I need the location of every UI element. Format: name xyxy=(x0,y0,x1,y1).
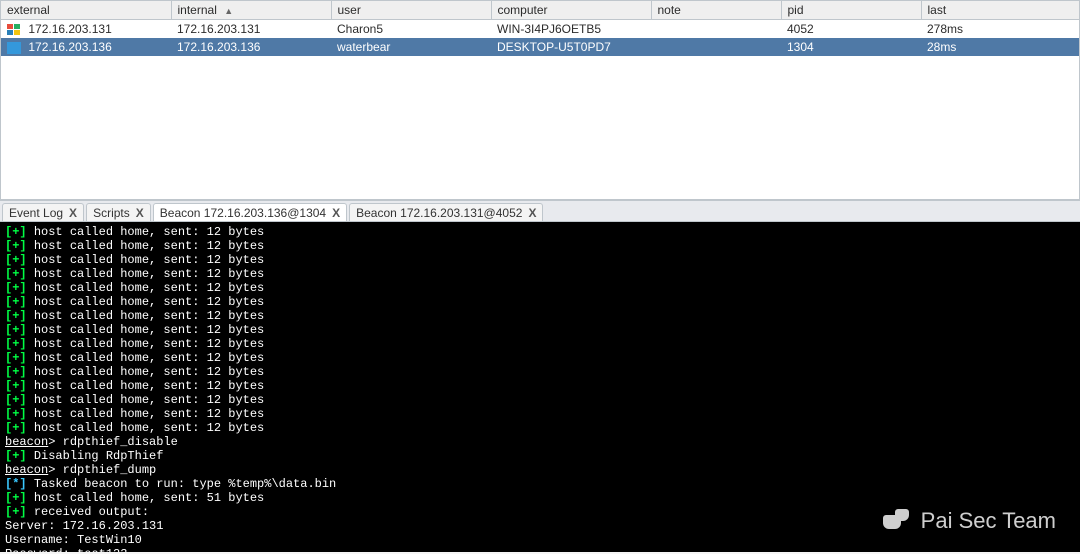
cell-note xyxy=(651,38,781,56)
col-label: computer xyxy=(498,3,548,17)
cell-pid: 4052 xyxy=(781,20,921,39)
tab-beacon-1304[interactable]: Beacon 172.16.203.136@1304 X xyxy=(153,203,347,221)
cell-user: Charon5 xyxy=(331,20,491,39)
windows-icon xyxy=(7,42,21,54)
tab-beacon-4052[interactable]: Beacon 172.16.203.131@4052 X xyxy=(349,203,543,221)
col-note[interactable]: note xyxy=(651,1,781,20)
cell-computer: WIN-3I4PJ6OETB5 xyxy=(491,20,651,39)
tab-strip: Event Log X Scripts X Beacon 172.16.203.… xyxy=(0,200,1080,222)
col-label: last xyxy=(928,3,947,17)
cell-internal: 172.16.203.131 xyxy=(171,20,331,39)
table-row[interactable]: 172.16.203.131 172.16.203.131 Charon5 WI… xyxy=(1,20,1080,39)
col-user[interactable]: user xyxy=(331,1,491,20)
cell-computer: DESKTOP-U5T0PD7 xyxy=(491,38,651,56)
col-label: user xyxy=(338,3,361,17)
tab-event-log[interactable]: Event Log X xyxy=(2,203,84,221)
close-icon[interactable]: X xyxy=(69,206,77,220)
beacons-table: external internal ▲ user computer note xyxy=(1,1,1080,56)
cell-external: 172.16.203.136 xyxy=(28,40,111,54)
windows-icon xyxy=(7,24,21,36)
col-label: pid xyxy=(788,3,804,17)
table-header-row: external internal ▲ user computer note xyxy=(1,1,1080,20)
tab-label: Beacon 172.16.203.131@4052 xyxy=(356,206,522,220)
col-last[interactable]: last xyxy=(921,1,1080,20)
col-internal[interactable]: internal ▲ xyxy=(171,1,331,20)
tab-label: Scripts xyxy=(93,206,130,220)
cell-pid: 1304 xyxy=(781,38,921,56)
col-computer[interactable]: computer xyxy=(491,1,651,20)
col-label: note xyxy=(658,3,681,17)
col-label: external xyxy=(7,3,50,17)
table-row[interactable]: 172.16.203.136 172.16.203.136 waterbear … xyxy=(1,38,1080,56)
tab-label: Beacon 172.16.203.136@1304 xyxy=(160,206,326,220)
tab-label: Event Log xyxy=(9,206,63,220)
cell-note xyxy=(651,20,781,39)
tab-scripts[interactable]: Scripts X xyxy=(86,203,151,221)
col-label: internal xyxy=(178,3,217,17)
close-icon[interactable]: X xyxy=(528,206,536,220)
sort-indicator: ▲ xyxy=(224,6,233,16)
col-pid[interactable]: pid xyxy=(781,1,921,20)
close-icon[interactable]: X xyxy=(332,206,340,220)
close-icon[interactable]: X xyxy=(136,206,144,220)
cell-last: 278ms xyxy=(921,20,1080,39)
cell-user: waterbear xyxy=(331,38,491,56)
beacon-console[interactable]: [+] host called home, sent: 12 bytes [+]… xyxy=(0,222,1080,552)
cell-external: 172.16.203.131 xyxy=(28,22,111,36)
cell-last: 28ms xyxy=(921,38,1080,56)
beacons-panel: external internal ▲ user computer note xyxy=(0,0,1080,200)
col-external[interactable]: external xyxy=(1,1,171,20)
cell-internal: 172.16.203.136 xyxy=(171,38,331,56)
